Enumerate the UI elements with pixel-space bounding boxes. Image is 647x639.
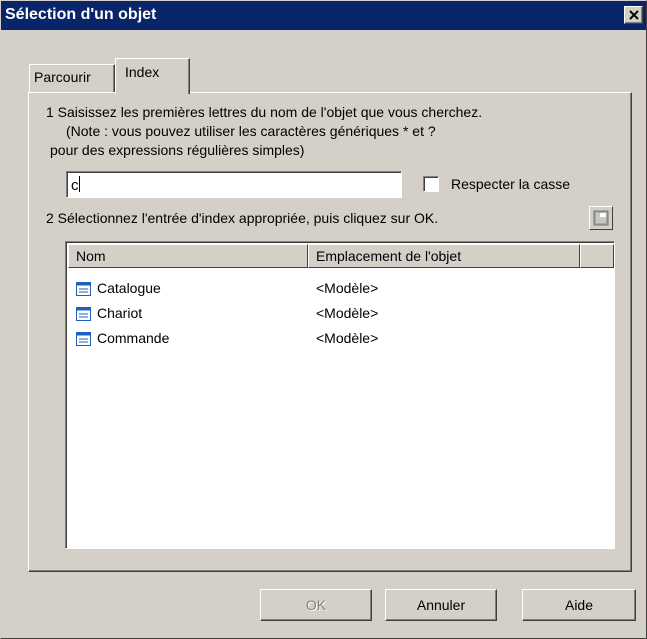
properties-icon: [593, 210, 609, 226]
close-button[interactable]: [624, 6, 643, 24]
list-item[interactable]: Chariot <Modèle>: [76, 305, 556, 325]
list-item[interactable]: Catalogue <Modèle>: [76, 280, 556, 300]
list-item-location: <Modèle>: [316, 305, 379, 321]
step1-instruction: 1 Saisissez les premières lettres du nom…: [46, 104, 483, 120]
cancel-button[interactable]: Annuler: [385, 589, 497, 621]
ok-button[interactable]: OK: [260, 589, 372, 621]
tab-browse-label: Parcourir: [34, 69, 91, 85]
title-bar[interactable]: Sélection d'un objet: [1, 1, 646, 30]
column-header-filler: [580, 244, 614, 268]
tab-browse[interactable]: Parcourir: [29, 64, 115, 92]
tab-index[interactable]: Index: [115, 58, 190, 94]
match-case-label[interactable]: Respecter la casse: [451, 176, 570, 192]
list-item[interactable]: Commande <Modèle>: [76, 330, 556, 350]
column-header-location[interactable]: Emplacement de l'objet: [308, 244, 580, 268]
entity-icon: [76, 332, 91, 346]
search-input[interactable]: c: [66, 171, 402, 198]
list-item-name: Catalogue: [97, 280, 161, 296]
properties-button[interactable]: [589, 206, 613, 230]
match-case-checkbox[interactable]: [423, 176, 439, 192]
list-item-name: Commande: [97, 330, 170, 346]
column-header-name[interactable]: Nom: [68, 244, 308, 268]
index-list[interactable]: Nom Emplacement de l'objet Catalogue <Mo…: [65, 241, 615, 549]
step1-note-continued: pour des expressions régulières simples): [50, 142, 305, 158]
list-item-location: <Modèle>: [316, 280, 379, 296]
help-button[interactable]: Aide: [522, 589, 636, 621]
close-icon: [629, 10, 639, 20]
entity-icon: [76, 307, 91, 321]
object-selection-dialog: Sélection d'un objet Parcourir Index 1 S…: [0, 0, 647, 639]
tab-index-label: Index: [125, 64, 160, 80]
search-input-value: c: [71, 177, 79, 194]
entity-icon: [76, 282, 91, 296]
window-title: Sélection d'un objet: [5, 6, 157, 23]
step2-instruction: 2 Sélectionnez l'entrée d'index appropri…: [46, 210, 439, 226]
list-item-location: <Modèle>: [316, 330, 379, 346]
step1-note: (Note : vous pouvez utiliser les caractè…: [66, 123, 436, 139]
list-item-name: Chariot: [97, 305, 143, 321]
